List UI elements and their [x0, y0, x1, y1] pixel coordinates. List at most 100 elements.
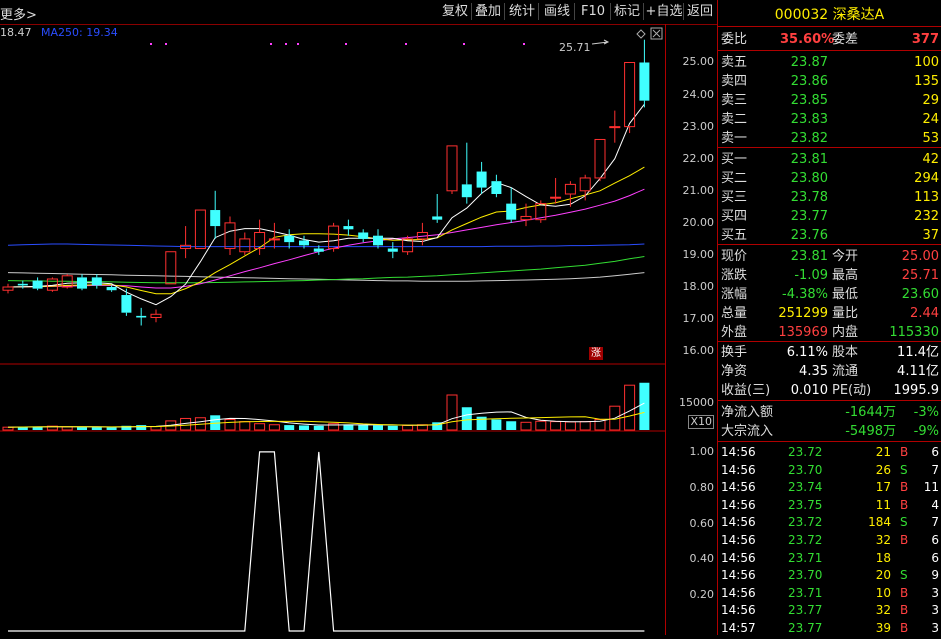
signal-dot	[270, 43, 272, 45]
ask-volume: 135	[914, 74, 939, 89]
volume-bar	[268, 424, 280, 431]
volume-bar	[77, 427, 87, 430]
quote-row: 外盘 135969 内盘 115330	[718, 323, 941, 342]
trade-row: 14:56 23.70 26 S 7	[718, 461, 941, 479]
candlestick	[535, 200, 547, 223]
wei-cha-label: 委差	[832, 32, 859, 47]
candlestick	[165, 251, 177, 285]
bid-level-label: 买二	[721, 171, 748, 186]
restore-rights-button[interactable]: 复权	[439, 3, 472, 20]
volume-bar	[564, 421, 576, 431]
fundamental-label: 股本	[832, 345, 859, 360]
quote-label: 最低	[832, 287, 859, 302]
flow-label: 大宗流入	[721, 424, 774, 439]
price-axis: 25.00 24.00 23.00 22.00 21.00 20.00 19.00 18.00…	[665, 24, 718, 635]
draw-line-button[interactable]: 画线	[540, 3, 575, 20]
trade-price: 23.72	[788, 515, 823, 530]
stock-title: 000032 深桑达A	[718, 4, 941, 24]
stock-name: 深桑达A	[832, 7, 885, 23]
ask-row[interactable]: 卖四 23.86 135	[718, 72, 941, 91]
trade-row: 14:56 23.72 21 B 6	[718, 443, 941, 461]
ask-volume: 29	[922, 93, 939, 108]
trade-time: 14:56	[721, 568, 756, 583]
back-button[interactable]: 返回	[684, 3, 716, 20]
ma-legend: 18.47 MA250: 19.34	[0, 26, 118, 39]
price-axis-tick: 25.00	[682, 55, 715, 69]
candlestick	[91, 274, 102, 289]
ask-level-label: 卖五	[721, 55, 748, 70]
quote-label: 外盘	[721, 325, 748, 340]
candlestick	[594, 138, 606, 182]
kline-chart-area[interactable]: 18.47 MA250: 19.34 25.71 涨	[0, 24, 665, 635]
trade-price: 23.77	[788, 603, 823, 618]
quote-value: -1.09	[794, 268, 828, 283]
candlestick	[506, 187, 517, 223]
overlay-button[interactable]: 叠加	[472, 3, 505, 20]
signal-dot	[405, 43, 407, 45]
ma250-legend: MA250: 19.34	[41, 26, 118, 39]
trade-side: S	[900, 515, 908, 530]
candlestick	[609, 110, 621, 143]
signal-dot	[463, 43, 465, 45]
volume-axis-tick: 15000	[679, 396, 714, 409]
chart-toolbar: 更多> 复权 叠加 统计 画线 F10 标记 +自选 返回	[0, 0, 717, 25]
trade-count: 6	[931, 533, 939, 547]
ask-row[interactable]: 卖一 23.82 53	[718, 129, 941, 148]
trade-side: B	[900, 585, 909, 600]
bid-volume: 42	[922, 152, 939, 167]
ask-row[interactable]: 卖二 23.83 24	[718, 110, 941, 129]
trade-volume: 20	[875, 568, 891, 583]
indicator-axis-tick: 0.20	[689, 588, 715, 602]
quote-label: 今开	[832, 249, 859, 264]
candlestick	[224, 216, 236, 255]
fundamental-value: 11.4亿	[897, 345, 939, 360]
trade-time: 14:56	[721, 550, 756, 565]
high-marker-arrow-icon	[591, 39, 610, 45]
trade-price: 23.72	[788, 445, 823, 459]
ask-volume: 24	[922, 112, 939, 127]
mark-button[interactable]: 标记	[611, 3, 644, 20]
trade-volume: 32	[875, 603, 891, 618]
high-price-marker: 25.71	[559, 41, 591, 54]
trade-volume: 26	[875, 462, 891, 477]
volume-unit-label: X10	[688, 415, 714, 429]
more-menu[interactable]: 更多>	[0, 4, 37, 23]
wei-cha-value: 377	[911, 32, 939, 47]
trade-time: 14:56	[721, 497, 756, 512]
fundamental-row: 收益(三) 0.010 PE(动) 1995.9	[718, 381, 941, 400]
diamond-icon[interactable]	[636, 29, 646, 39]
quote-value: -4.38%	[782, 287, 828, 302]
signal-dot	[297, 43, 299, 45]
trade-row: 14:56 23.74 17 B 11	[718, 478, 941, 496]
fundamental-row: 换手 6.11% 股本 11.4亿	[718, 343, 941, 362]
bid-row[interactable]: 买二 23.80 294	[718, 169, 941, 188]
trade-count: 4	[931, 497, 939, 512]
bid-level-label: 买三	[721, 190, 748, 205]
statistics-button[interactable]: 统计	[506, 3, 539, 20]
close-icon[interactable]	[650, 27, 663, 40]
trade-side: S	[900, 462, 908, 477]
ask-price: 23.82	[790, 131, 828, 146]
bid-row[interactable]: 买三 23.78 113	[718, 188, 941, 207]
ask-row[interactable]: 卖五 23.87 100	[718, 53, 941, 72]
trade-time: 14:56	[721, 462, 756, 477]
candlestick	[564, 181, 576, 207]
price-axis-tick: 20.00	[682, 215, 715, 229]
volume-bar	[299, 425, 309, 430]
volume-bar	[402, 424, 414, 431]
quote-value: 115330	[889, 325, 939, 340]
price-axis-tick: 18.00	[682, 280, 715, 294]
candlestick	[387, 242, 398, 259]
volume-bar	[535, 420, 547, 431]
quote-value: 25.00	[901, 249, 939, 264]
bid-row[interactable]: 买一 23.81 42	[718, 150, 941, 169]
flow-row: 净流入额 -1644万 -3%	[718, 403, 941, 422]
trade-count: 6	[931, 550, 939, 565]
ask-row[interactable]: 卖三 23.85 29	[718, 91, 941, 110]
bid-row[interactable]: 买五 23.76 37	[718, 226, 941, 245]
volume-bar	[284, 425, 295, 430]
bid-row[interactable]: 买四 23.77 232	[718, 207, 941, 226]
indicator-axis-tick: 1.00	[689, 444, 715, 458]
add-watchlist-button[interactable]: +自选	[645, 3, 684, 20]
f10-button[interactable]: F10	[576, 3, 611, 20]
